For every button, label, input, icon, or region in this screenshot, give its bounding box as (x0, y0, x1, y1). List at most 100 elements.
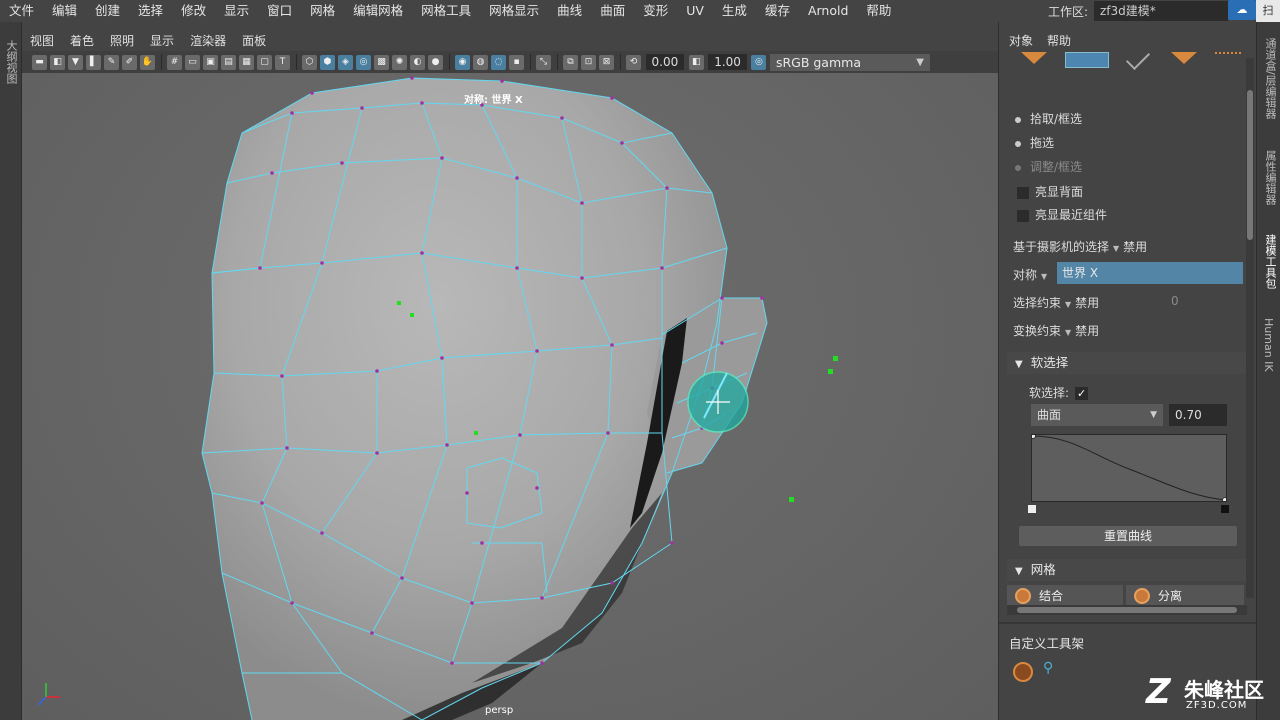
vp-menu-shading[interactable]: 着色 (62, 32, 102, 49)
falloff-mode-dropdown[interactable]: 曲面 ▼ (1031, 404, 1163, 426)
edge-mode-icon[interactable] (1065, 52, 1109, 68)
camera-gate-icon[interactable]: ⊠ (599, 54, 614, 70)
exposure-icon[interactable]: ⟲ (626, 54, 641, 70)
vp-menu-view[interactable]: 视图 (22, 32, 62, 49)
2d-pan-zoom-icon[interactable]: ✎ (104, 54, 119, 70)
drag-select-option[interactable]: 拖选 (1015, 134, 1054, 151)
ambient-occlusion-icon[interactable]: ● (428, 54, 443, 70)
image-plane-icon[interactable]: ▌ (86, 54, 101, 70)
menu-arnold[interactable]: Arnold (799, 0, 857, 22)
gate-mask-icon[interactable]: ▤ (221, 54, 236, 70)
gamma-icon[interactable]: ◧ (688, 54, 704, 70)
menu-generate[interactable]: 生成 (713, 0, 756, 22)
falloff-radius-field[interactable]: 0.70 (1169, 404, 1227, 426)
safe-title-icon[interactable]: T (275, 54, 290, 70)
vp-menu-panels[interactable]: 面板 (234, 32, 274, 49)
vp-menu-lighting[interactable]: 照明 (102, 32, 142, 49)
shadows-icon[interactable]: ◐ (410, 54, 425, 70)
symmetry-field[interactable]: 世界 X (1057, 262, 1243, 284)
film-gate-icon[interactable]: ▭ (185, 54, 200, 70)
3d-viewport[interactable]: 对称: 世界 X persp (22, 73, 998, 720)
bookmark-icon[interactable]: ▼ (68, 54, 83, 70)
uv-mode-icon[interactable] (1171, 52, 1197, 64)
outliner-tab[interactable]: 大纲视图 (3, 40, 19, 84)
soft-select-toggle[interactable]: 软选择: ✓ (1029, 384, 1089, 401)
highlight-nearest-checkbox[interactable]: 亮显最近组件 (1017, 206, 1107, 223)
menu-deform[interactable]: 变形 (634, 0, 677, 22)
curve-end-key-icon[interactable] (1221, 505, 1229, 513)
panel-menu-object[interactable]: 对象 (1009, 32, 1033, 49)
soft-select-section-header[interactable]: ▼ 软选择 (1007, 352, 1247, 374)
tab-human-ik[interactable]: Human IK (1262, 318, 1275, 372)
menu-edit-mesh[interactable]: 编辑网格 (344, 0, 412, 22)
menu-surfaces[interactable]: 曲面 (591, 0, 634, 22)
grid-icon[interactable]: # (167, 54, 182, 70)
gamma-field[interactable]: 1.00 (708, 54, 747, 70)
default-material-icon[interactable]: ◎ (356, 54, 371, 70)
cloud-icon[interactable]: ☁ (1228, 0, 1256, 20)
tab-channel-box[interactable]: 通道盒/层编辑器 (1262, 38, 1278, 119)
resolution-gate-icon[interactable]: ▣ (203, 54, 218, 70)
menu-window[interactable]: 窗口 (258, 0, 301, 22)
xray-active-icon[interactable]: ◌ (491, 54, 506, 70)
tab-attribute-editor[interactable]: 属性编辑器 (1262, 150, 1278, 205)
isolate-icon[interactable]: ▪ (509, 54, 524, 70)
menu-uv[interactable]: UV (677, 0, 713, 22)
camera-select-icon[interactable]: ▬ (32, 54, 47, 70)
menu-mesh-tools[interactable]: 网格工具 (412, 0, 480, 22)
face-mode-icon[interactable] (1125, 45, 1151, 71)
camera-attributes-icon[interactable]: ◧ (50, 54, 65, 70)
hand-icon[interactable]: ✋ (140, 54, 155, 70)
reset-curve-button[interactable]: 重置曲线 (1019, 526, 1237, 546)
vp-menu-show[interactable]: 显示 (142, 32, 182, 49)
symmetry-row[interactable]: 对称 ▼ (1013, 266, 1051, 283)
workspace-dropdown[interactable]: zf3d建模* (1094, 1, 1228, 21)
shelf-tool-icon[interactable] (1013, 662, 1033, 682)
grease-pencil-icon[interactable]: ✐ (122, 54, 137, 70)
falloff-curve-graph[interactable] (1030, 433, 1228, 503)
menu-mesh-display[interactable]: 网格显示 (480, 0, 548, 22)
xray-joints-icon[interactable]: ◍ (473, 54, 488, 70)
exposure-field[interactable]: 0.00 (645, 54, 685, 70)
vp-menu-renderer[interactable]: 渲染器 (182, 32, 234, 49)
hud-icon[interactable]: ⊡ (581, 54, 596, 70)
scrollbar-thumb[interactable] (1247, 90, 1253, 240)
select-constraint-row[interactable]: 选择约束 ▼ 禁用 (1013, 294, 1099, 311)
wireframe-on-shaded-icon[interactable]: ◈ (338, 54, 353, 70)
menu-display[interactable]: 显示 (215, 0, 258, 22)
mesh-section-header[interactable]: ▼ 网格 (1007, 559, 1247, 581)
menu-file[interactable]: 文件 (0, 0, 43, 22)
pick-marquee-option[interactable]: 拾取/框选 (1015, 110, 1082, 127)
safe-action-icon[interactable]: ▢ (257, 54, 272, 70)
wireframe-icon[interactable]: ⬡ (302, 54, 317, 70)
menu-modify[interactable]: 修改 (172, 0, 215, 22)
shelf-script-icon[interactable]: ⚲ (1043, 660, 1063, 680)
color-management-icon[interactable]: ◎ (751, 54, 767, 70)
lights-icon[interactable]: ✺ (392, 54, 407, 70)
xray-icon[interactable]: ◉ (455, 54, 470, 70)
multi-mode-icon[interactable] (1215, 52, 1241, 62)
tab-modeling-toolkit[interactable]: 建模工具包 (1262, 234, 1278, 289)
vertex-mode-icon[interactable] (1021, 52, 1047, 64)
menu-create[interactable]: 创建 (86, 0, 129, 22)
smooth-shade-icon[interactable]: ⬢ (320, 54, 335, 70)
tweak-marquee-option[interactable]: 调整/框选 (1015, 158, 1082, 175)
curve-start-key-icon[interactable] (1028, 505, 1036, 513)
scrollbar-thumb[interactable] (1017, 607, 1237, 613)
panel-vertical-scrollbar[interactable] (1246, 58, 1254, 598)
menu-mesh[interactable]: 网格 (301, 0, 344, 22)
transform-constraint-row[interactable]: 变换约束 ▼ 禁用 (1013, 322, 1099, 339)
menu-help[interactable]: 帮助 (857, 0, 900, 22)
color-space-dropdown[interactable]: sRGB gamma ▼ (769, 53, 930, 71)
separate-button[interactable]: 分离 (1126, 585, 1244, 607)
frame-selection-icon[interactable]: ⤡ (536, 54, 551, 70)
highlight-backfaces-checkbox[interactable]: 亮显背面 (1017, 183, 1083, 200)
panel-horizontal-scrollbar[interactable] (1007, 605, 1247, 615)
field-chart-icon[interactable]: ▦ (239, 54, 254, 70)
menu-select[interactable]: 选择 (129, 0, 172, 22)
panel-menu-help[interactable]: 帮助 (1047, 32, 1071, 49)
menu-curves[interactable]: 曲线 (548, 0, 591, 22)
textured-icon[interactable]: ▩ (374, 54, 389, 70)
combine-button[interactable]: 结合 (1007, 585, 1123, 607)
menu-cache[interactable]: 缓存 (756, 0, 799, 22)
